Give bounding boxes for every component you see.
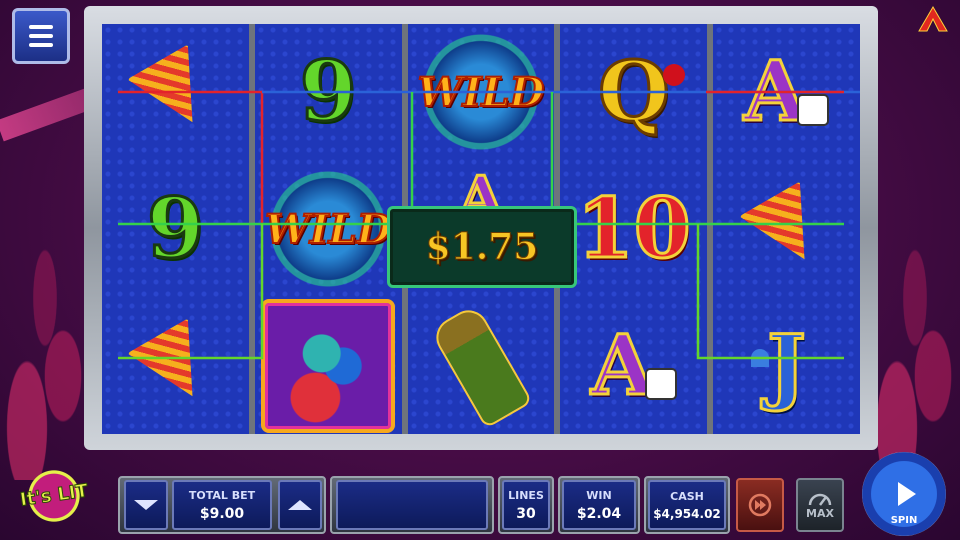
- fleur-de-lis-icon: [751, 349, 770, 368]
- win-amount-display: $1.75: [387, 206, 577, 288]
- fireworks-box-icon: [261, 298, 396, 433]
- brand-logo-icon: [918, 6, 948, 32]
- symbol-ten: 10: [575, 181, 692, 277]
- cash-value: $4,954.02: [653, 506, 721, 521]
- crowd-left-decoration: [0, 220, 90, 480]
- rose-icon: [663, 64, 686, 86]
- menu-bar: [29, 43, 53, 47]
- reel-cell: [713, 161, 860, 298]
- chevron-up-icon: [288, 500, 312, 510]
- reel-4: Q 10 A: [560, 24, 708, 434]
- cash-panel: CASH $4,954.02: [648, 480, 726, 530]
- symbol-nine: 9: [145, 181, 205, 277]
- reel-cell: 10: [560, 161, 707, 298]
- chevron-down-icon: [134, 500, 158, 510]
- reel-cell: A: [560, 297, 707, 434]
- game-logo-text: It's LIT: [18, 480, 90, 511]
- total-bet-panel: TOTAL BET $9.00: [172, 480, 272, 530]
- max-label: MAX: [806, 506, 834, 520]
- party-popper-icon: [128, 318, 224, 414]
- reel-cell: Q: [560, 24, 707, 161]
- reel-1: 9: [102, 24, 249, 434]
- reel-cell: 9: [102, 161, 249, 298]
- play-icon: [898, 482, 916, 506]
- reel-cell: 9: [255, 24, 402, 161]
- wild-text: WILD: [417, 68, 545, 117]
- reel-cell: [102, 24, 249, 161]
- spin-button[interactable]: SPIN: [862, 452, 946, 536]
- menu-button[interactable]: [12, 8, 70, 64]
- win-value: $2.04: [576, 505, 622, 522]
- dice-icon: [644, 367, 677, 400]
- reel-cell: A: [713, 24, 860, 161]
- menu-bar: [29, 25, 53, 29]
- reel-cell: WILD: [408, 24, 555, 161]
- bet-increase-button[interactable]: [278, 480, 322, 530]
- reel-cell: WILD: [255, 161, 402, 298]
- reel-5: A J: [713, 24, 860, 434]
- wild-symbol: WILD: [263, 164, 394, 294]
- lines-panel: LINES 30: [502, 480, 550, 530]
- champagne-bottle-icon: [429, 302, 533, 429]
- message-panel: [336, 480, 488, 530]
- reel-cell: [408, 297, 555, 434]
- autoplay-icon: [748, 493, 772, 517]
- symbol-jack: J: [766, 317, 808, 414]
- total-bet-value: $9.00: [199, 505, 245, 522]
- reel-cell: J: [713, 297, 860, 434]
- dice-icon: [797, 94, 830, 127]
- menu-bar: [29, 34, 53, 38]
- wild-text: WILD: [264, 205, 392, 254]
- game-logo: It's LIT: [14, 458, 94, 534]
- symbol-queen: Q: [597, 44, 671, 141]
- reel-cell: [255, 297, 402, 434]
- speedometer-icon: [808, 493, 832, 506]
- party-popper-icon: [739, 181, 835, 277]
- spin-label: SPIN: [890, 515, 918, 526]
- autoplay-button[interactable]: [736, 478, 784, 532]
- reel-cell: [102, 297, 249, 434]
- win-panel: WIN $2.04: [562, 480, 636, 530]
- lines-value: 30: [516, 505, 536, 522]
- win-amount-text: $1.75: [425, 226, 539, 269]
- cash-label: CASH: [670, 489, 704, 503]
- total-bet-label: TOTAL BET: [188, 488, 256, 502]
- wild-symbol: WILD: [415, 27, 546, 158]
- win-label: WIN: [586, 488, 612, 502]
- crowd-right-decoration: [870, 220, 960, 480]
- symbol-nine: 9: [298, 44, 358, 141]
- reel-2: 9 WILD: [254, 24, 402, 434]
- lines-label: LINES: [508, 488, 544, 502]
- max-bet-button[interactable]: MAX: [796, 478, 844, 532]
- bet-decrease-button[interactable]: [124, 480, 168, 530]
- party-popper-icon: [128, 45, 224, 141]
